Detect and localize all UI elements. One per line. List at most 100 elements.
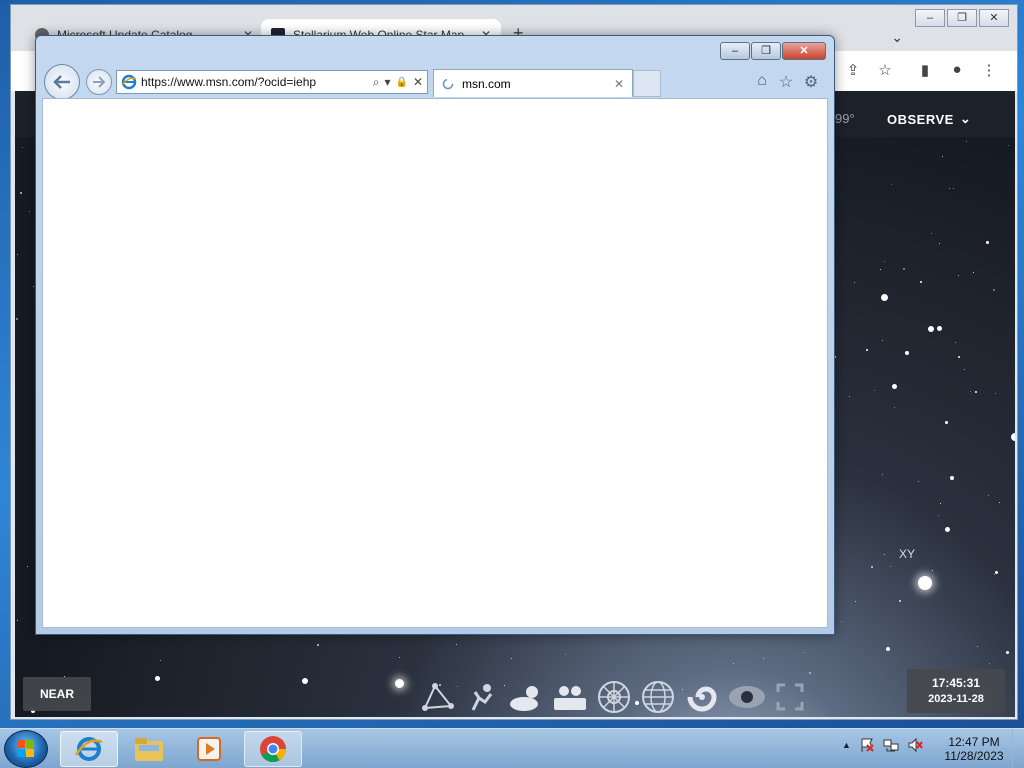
star <box>937 326 942 331</box>
star <box>940 503 941 504</box>
star <box>1011 433 1015 441</box>
star <box>884 261 885 262</box>
near-button[interactable]: NEAR <box>23 677 91 711</box>
star <box>849 396 850 397</box>
azimuthal-grid-icon[interactable] <box>595 679 633 715</box>
restore-button[interactable]: ❐ <box>751 42 781 60</box>
star <box>986 241 989 244</box>
media-player-icon <box>197 737 221 761</box>
taskbar-file-explorer[interactable] <box>120 731 178 767</box>
star <box>949 188 950 189</box>
atmosphere-icon[interactable] <box>507 679 545 715</box>
menu-kebab-icon[interactable]: ⋮ <box>979 61 999 81</box>
lock-icon[interactable]: 🔒 <box>395 77 407 88</box>
minimize-button[interactable]: – <box>915 9 945 27</box>
star <box>20 192 22 194</box>
arrow-left-icon <box>53 75 70 89</box>
address-bar[interactable]: https://www.msn.com/?ocid=iehp ⌕ ▾ 🔒 ✕ <box>116 70 428 94</box>
url-text[interactable]: https://www.msn.com/?ocid=iehp <box>141 75 368 89</box>
profile-icon[interactable]: ● <box>947 61 967 81</box>
night-mode-icon[interactable] <box>727 679 765 715</box>
star <box>939 243 940 244</box>
back-button[interactable] <box>44 64 80 100</box>
deep-sky-icon[interactable] <box>683 679 721 715</box>
dropdown-arrow-icon[interactable]: ▾ <box>384 75 390 89</box>
ie-caption-buttons: – ❐ ✕ <box>720 42 826 60</box>
observe-button[interactable]: OBSERVE ⌄ <box>881 105 977 133</box>
star <box>763 658 764 659</box>
star <box>841 621 842 622</box>
star <box>975 391 977 393</box>
star <box>966 141 967 142</box>
star <box>882 340 883 341</box>
star <box>993 289 995 291</box>
chrome-caption-buttons: – ❐ ✕ <box>915 9 1009 27</box>
star <box>964 369 965 370</box>
star <box>970 391 971 392</box>
share-icon[interactable]: ⇪ <box>843 61 863 81</box>
close-button[interactable]: ✕ <box>979 9 1009 27</box>
star <box>995 571 998 574</box>
taskbar-media-player[interactable] <box>180 731 238 767</box>
constellation-art-icon[interactable] <box>463 679 501 715</box>
star <box>160 660 161 661</box>
taskbar-google-chrome[interactable] <box>244 731 302 767</box>
taskbar-internet-explorer[interactable] <box>60 731 118 767</box>
star <box>989 663 990 664</box>
volume-muted-icon[interactable] <box>907 737 923 753</box>
side-panel-icon[interactable]: ▮ <box>915 61 935 81</box>
observe-label: OBSERVE <box>887 111 954 127</box>
star <box>999 502 1000 503</box>
desktop: Microsoft Update Catalog ✕ Stellarium We… <box>0 0 1024 728</box>
internet-explorer-window: – ❐ ✕ https://www.msn.com/?ocid=iehp ⌕ ▾… <box>35 35 835 635</box>
taskbar-clock[interactable]: 12:47 PM 11/28/2023 <box>938 735 1010 763</box>
chevron-down-icon: ⌄ <box>959 111 972 126</box>
minimize-button[interactable]: – <box>720 42 750 60</box>
network-icon[interactable] <box>883 737 899 753</box>
close-button[interactable]: ✕ <box>782 42 826 60</box>
date-time-display[interactable]: 17:45:31 2023-11-28 <box>907 669 1005 713</box>
ie-favicon-icon <box>121 74 137 90</box>
search-icon[interactable]: ⌕ <box>373 75 380 90</box>
equatorial-grid-icon[interactable] <box>639 679 677 715</box>
star <box>809 672 811 674</box>
action-center-flag-icon[interactable] <box>859 737 875 753</box>
tab-search-dropdown-icon[interactable]: ⌄ <box>891 29 903 46</box>
star <box>854 282 855 283</box>
star <box>29 211 30 212</box>
star <box>894 407 895 408</box>
page-content-area[interactable] <box>42 98 828 628</box>
home-icon[interactable]: ⌂ <box>752 72 772 92</box>
favorites-star-icon[interactable]: ☆ <box>776 72 796 92</box>
star <box>17 254 18 255</box>
star <box>918 576 932 590</box>
gear-icon[interactable]: ⚙ <box>801 72 821 92</box>
restore-button[interactable]: ❐ <box>947 9 977 27</box>
show-hidden-icons-button[interactable]: ▲ <box>842 740 851 750</box>
star <box>903 268 905 270</box>
star <box>804 652 805 653</box>
bookmark-star-icon[interactable]: ☆ <box>875 61 895 81</box>
show-desktop-button[interactable] <box>1012 729 1024 768</box>
system-tray: ▲ <box>842 737 923 753</box>
ie-tab-msn[interactable]: msn.com ✕ <box>433 69 633 97</box>
fullscreen-icon[interactable] <box>771 679 809 715</box>
clock-date: 11/28/2023 <box>944 749 1004 763</box>
internet-explorer-icon <box>74 737 103 761</box>
new-tab-button[interactable] <box>633 70 661 97</box>
landscape-icon[interactable] <box>551 679 589 715</box>
star <box>955 342 956 343</box>
constellations-icon[interactable] <box>419 679 457 715</box>
forward-button[interactable] <box>86 69 112 95</box>
loading-spinner-icon <box>442 78 454 89</box>
star <box>995 393 996 394</box>
tab-title: msn.com <box>462 76 511 91</box>
star <box>928 326 934 332</box>
stop-icon[interactable]: ✕ <box>413 75 423 89</box>
star <box>884 554 885 555</box>
start-button[interactable] <box>4 730 48 768</box>
star <box>882 474 883 475</box>
star <box>317 644 319 646</box>
star <box>33 286 34 287</box>
tab-close-icon[interactable]: ✕ <box>614 77 624 91</box>
